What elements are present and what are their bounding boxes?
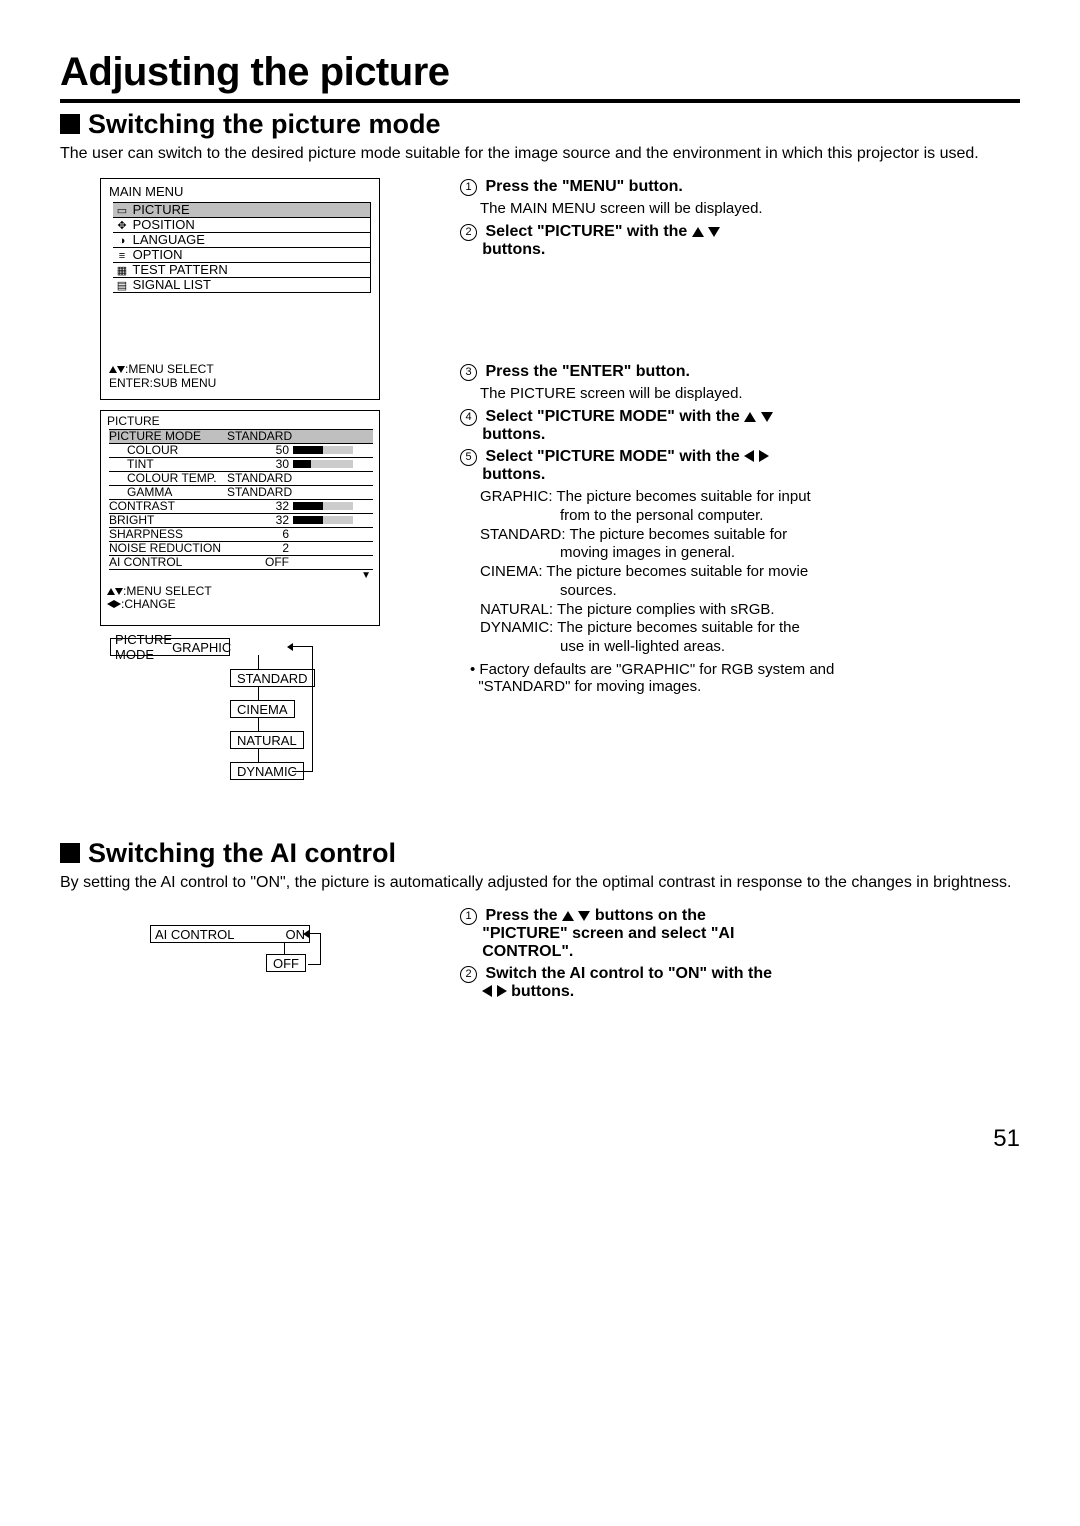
ai-diagram-header: AI CONTROLON [150,925,310,943]
mode-diagram-header: PICTURE MODEGRAPHIC [110,638,230,656]
menu-item-picture: ▭ PICTURE [113,202,371,217]
picture-row: GAMMASTANDARD [109,485,373,499]
picture-row: BRIGHT32 [109,513,373,527]
section1-heading: Switching the picture mode [60,109,1020,140]
main-menu-box: MAIN MENU ▭ PICTURE ✥ POSITION ◑ LANGUAG… [100,178,380,400]
ai-opt-off: OFF [266,954,306,972]
page-number: 51 [60,1125,1020,1153]
picture-row: PICTURE MODESTANDARD [109,429,373,443]
step4: 4 Select "PICTURE MODE" with the buttons… [460,408,1020,444]
main-menu-title: MAIN MENU [109,185,371,200]
section2-intro: By setting the AI control to "ON", the p… [60,873,1020,893]
step3-sub: The PICTURE screen will be displayed. [480,385,1020,402]
factory-default-note: • Factory defaults are "GRAPHIC" for RGB… [470,661,1020,695]
picture-menu-title: PICTURE [101,415,379,428]
menu-item-option: ≡ OPTION [113,247,371,262]
step1: 1 Press the "MENU" button. [460,178,1020,196]
picture-mode-diagram: PICTURE MODEGRAPHIC STANDARD CINEMA NATU… [110,638,360,818]
step5: 5 Select "PICTURE MODE" with the buttons… [460,448,1020,484]
picture-row: TINT30 [109,457,373,471]
step1-sub: The MAIN MENU screen will be displayed. [480,200,1020,217]
menu-hint-select: :MENU SELECT [109,363,371,377]
menu-item-signal-list: ▤ SIGNAL LIST [113,277,371,293]
step2: 2 Select "PICTURE" with the buttons. [460,223,1020,259]
ai-step2: 2 Switch the AI control to "ON" with the… [460,965,1020,1001]
ai-step1: 1 Press the buttons on the "PICTURE" scr… [460,907,1020,961]
menu-hint-enter: ENTER:SUB MENU [109,377,371,391]
picture-menu-box: PICTURE PICTURE MODESTANDARDCOLOUR50TINT… [100,410,380,627]
section1-intro: The user can switch to the desired pictu… [60,144,1020,164]
picture-row: SHARPNESS6 [109,527,373,541]
picture-row: COLOUR TEMP.STANDARD [109,471,373,485]
picture-row: CONTRAST32 [109,499,373,513]
picture-row: NOISE REDUCTION2 [109,541,373,555]
menu-item-position: ✥ POSITION [113,217,371,232]
picture-row: AI CONTROLOFF [109,555,373,570]
ai-control-diagram: AI CONTROLON OFF [150,925,370,977]
page-title: Adjusting the picture [60,50,1020,103]
menu-item-language: ◑ LANGUAGE [113,232,371,247]
picture-row: COLOUR50 [109,443,373,457]
section2-heading: Switching the AI control [60,838,1020,869]
mode-descriptions: GRAPHIC: The picture becomes suitable fo… [480,488,1020,657]
step3: 3 Press the "ENTER" button. [460,363,1020,381]
scroll-down-indicator: ▼ [101,570,379,581]
menu-item-test-pattern: ▦ TEST PATTERN [113,262,371,277]
picture-hint-change: :CHANGE [107,598,379,611]
mode-opt-cinema: CINEMA [230,700,295,718]
